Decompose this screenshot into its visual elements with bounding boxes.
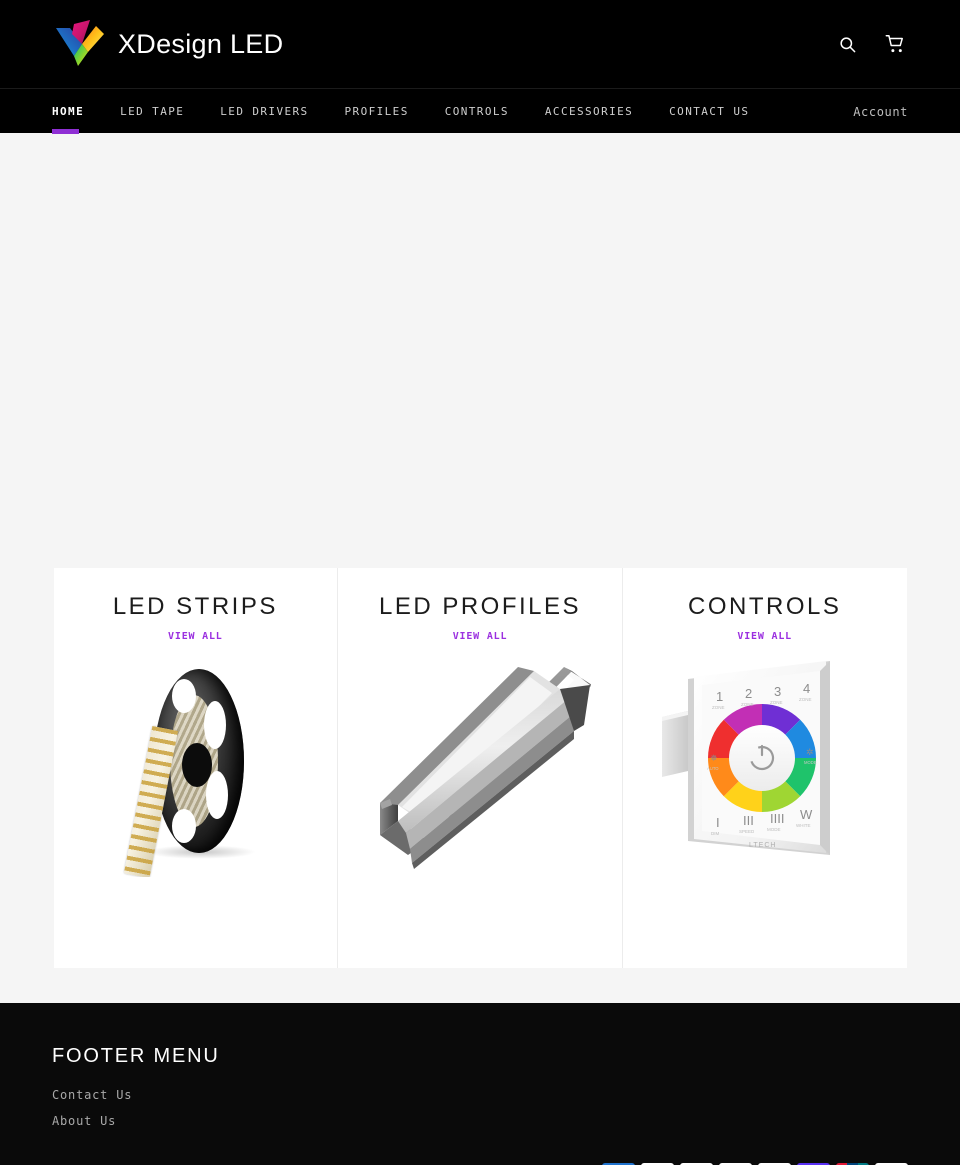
category-cards-section: LED STRIPS VIEW ALL LED PROFILES VIEW AL… [0,533,960,1003]
site-header: XDesign LED [0,0,960,88]
svg-text:SPEED: SPEED [739,829,755,834]
footer-list-item: About Us [52,1110,908,1129]
touch-panel-controller-image: 1 2 3 4 ZONE ZONE ZONE ZONE I III IIII W… [653,655,876,877]
led-strip-reel-image [84,655,307,877]
card-title-led-strips: LED STRIPS [112,593,278,620]
footer-list-item: Contact Us [52,1084,908,1103]
view-all-link-led-profiles[interactable]: VIEW ALL [453,631,508,642]
svg-text:2: 2 [745,686,752,701]
svg-text:WHITE: WHITE [796,823,811,828]
nav-item-accessories[interactable]: ACCESSORIES [545,89,633,134]
reel-graphic [124,669,258,877]
nav-item-led-drivers[interactable]: LED DRIVERS [220,89,308,134]
logo-text: XDesign LED [118,28,284,59]
svg-text:W: W [800,807,813,822]
footer-link-contact-us[interactable]: Contact Us [52,1088,132,1102]
search-icon[interactable] [834,31,860,57]
svg-text:III: III [743,813,754,828]
category-card-led-strips[interactable]: LED STRIPS VIEW ALL [54,568,338,968]
svg-text:I: I [716,815,720,830]
aluminium-profile-image [369,655,591,877]
controller-graphic: 1 2 3 4 ZONE ZONE ZONE ZONE I III IIII W… [661,661,830,855]
nav-link-led-drivers[interactable]: LED DRIVERS [220,105,308,118]
x-logo-mark-icon [52,16,108,72]
nav-link-accessories[interactable]: ACCESSORIES [545,105,633,118]
svg-text:AUTO: AUTO [707,766,719,771]
account-link[interactable]: Account [853,89,908,134]
svg-text:DIM: DIM [711,831,720,836]
nav-item-controls[interactable]: CONTROLS [445,89,509,134]
nav-link-controls[interactable]: CONTROLS [445,105,509,118]
nav-item-led-tape[interactable]: LED TAPE [120,89,184,134]
site-logo[interactable]: XDesign LED [52,16,283,72]
nav-item-home[interactable]: HOME [52,89,84,134]
svg-text:ZONE: ZONE [712,705,725,710]
svg-text:✲: ✲ [806,747,814,757]
card-title-led-profiles: LED PROFILES [378,593,582,620]
footer-heading: FOOTER MENU [52,1045,220,1067]
svg-text:ZONE: ZONE [770,700,783,705]
card-title-controls: CONTROLS [688,593,842,620]
svg-text:MODE: MODE [767,827,781,832]
nav-link-home[interactable]: HOME [52,105,84,118]
footer-menu-block: FOOTER MENU Contact Us About Us [0,1003,960,1129]
profile-graphic [380,667,591,869]
svg-text:✵: ✵ [710,753,718,763]
cart-icon[interactable] [882,31,908,57]
view-all-link-led-strips[interactable]: VIEW ALL [168,631,223,642]
nav-link-led-tape[interactable]: LED TAPE [120,105,184,118]
svg-text:1: 1 [716,689,723,704]
svg-text:4: 4 [803,681,810,696]
footer-link-about-us[interactable]: About Us [52,1114,116,1128]
category-card-list: LED STRIPS VIEW ALL LED PROFILES VIEW AL… [53,568,907,968]
nav-item-contact-us[interactable]: CONTACT US [669,89,749,134]
svg-text:ZONE: ZONE [799,697,812,702]
view-all-link-controls[interactable]: VIEW ALL [737,631,792,642]
nav-link-contact-us[interactable]: CONTACT US [669,105,749,118]
nav-link-profiles[interactable]: PROFILES [345,105,409,118]
footer-bottom-bar: © 2023, XDesign LED. Powered by Shopify … [0,1146,960,1165]
footer-link-list: Contact Us About Us [52,1084,908,1129]
nav-active-underline [52,129,79,134]
site-footer: FOOTER MENU Contact Us About Us © 2023, … [0,1003,960,1165]
hero-slideshow [0,133,960,533]
svg-text:MODE: MODE [804,760,817,765]
main-navigation: HOME LED TAPE LED DRIVERS PROFILES CONTR… [0,88,960,134]
header-icon-group [834,0,908,88]
nav-list: HOME LED TAPE LED DRIVERS PROFILES CONTR… [0,89,960,134]
category-card-controls[interactable]: CONTROLS VIEW ALL 1 2 3 4 ZONE ZONE ZONE… [621,568,907,968]
svg-text:ZONE: ZONE [741,702,754,707]
nav-item-profiles[interactable]: PROFILES [345,89,409,134]
category-card-led-profiles[interactable]: LED PROFILES VIEW ALL [337,568,622,968]
svg-text:IIII: IIII [770,811,784,826]
svg-text:LTECH: LTECH [749,842,776,849]
reel-shadow [146,845,257,859]
svg-text:3: 3 [774,684,781,699]
